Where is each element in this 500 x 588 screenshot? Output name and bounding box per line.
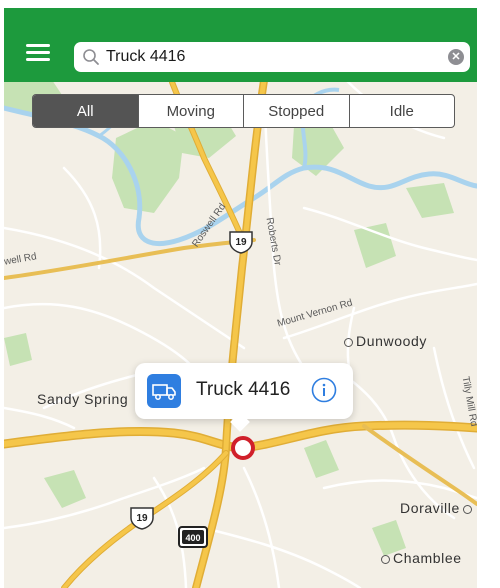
vehicle-location-marker[interactable] (231, 436, 255, 460)
us19-shield-number: 19 (235, 237, 247, 248)
place-dot-icon (381, 554, 390, 564)
us19-shield-icon: 19 (229, 231, 253, 254)
app-header: ✕ (4, 8, 477, 82)
ga400-shield-icon: 400 (178, 526, 208, 548)
dunwoody-text: Dunwoody (356, 333, 427, 349)
clear-circle-icon[interactable]: ✕ (448, 49, 464, 65)
us19-south-shield-icon: 19 (130, 507, 154, 530)
filter-moving[interactable]: Moving (137, 95, 244, 127)
hamburger-menu-icon[interactable] (26, 42, 52, 64)
info-circle-icon[interactable] (311, 377, 337, 403)
doraville-text: Doraville (400, 500, 460, 516)
sandy-springs-label: Sandy Spring (37, 391, 129, 407)
chamblee-label: Chamblee (381, 550, 462, 566)
dunwoody-label: Dunwoody (344, 333, 427, 349)
magnifier-icon (83, 49, 99, 65)
truck-icon (147, 374, 181, 408)
fleet-map-app: Roswell Rd Roberts Dr Mount Vernon Rd Ti… (4, 8, 477, 588)
us19-south-shield-number: 19 (136, 513, 148, 524)
callout-vehicle-name: Truck 4416 (196, 379, 291, 400)
place-dot-icon (462, 504, 472, 514)
status-filter-segmented-control: All Moving Stopped Idle (32, 94, 455, 128)
place-dot-icon (344, 337, 353, 347)
ga400-shield-number: 400 (185, 533, 200, 543)
chamblee-text: Chamblee (393, 550, 462, 566)
filter-stopped[interactable]: Stopped (243, 95, 349, 127)
search-input[interactable] (106, 45, 426, 69)
screenshot-frame: Roswell Rd Roberts Dr Mount Vernon Rd Ti… (0, 0, 500, 588)
filter-idle[interactable]: Idle (348, 95, 455, 127)
doraville-label: Doraville (400, 500, 472, 516)
filter-all[interactable]: All (33, 95, 138, 127)
vehicle-callout[interactable]: Truck 4416 (135, 363, 353, 432)
search-bar: ✕ (74, 42, 470, 72)
